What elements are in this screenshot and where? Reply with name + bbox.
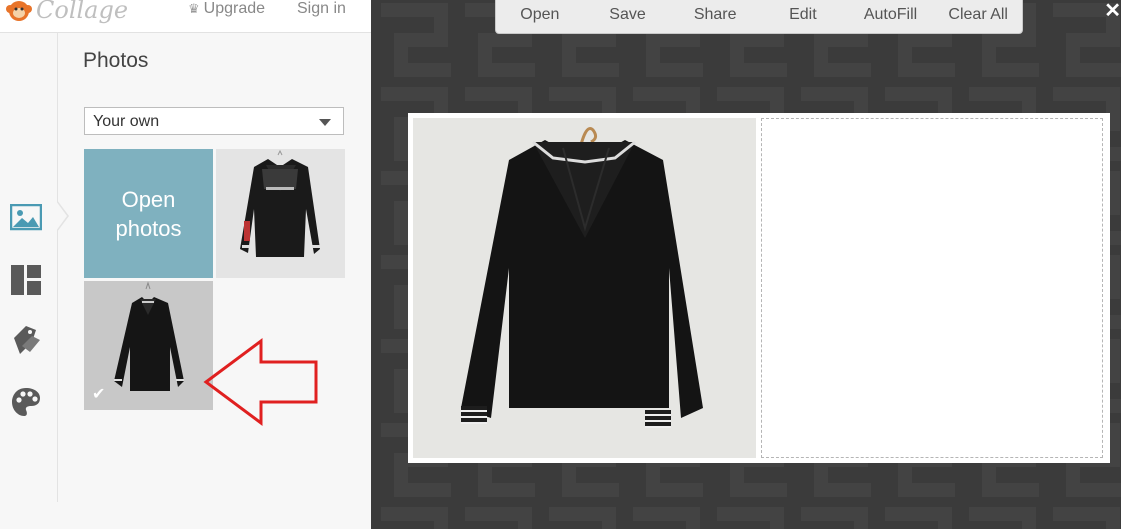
collage-cell-empty[interactable] <box>761 118 1103 458</box>
sign-in-link[interactable]: Sign in <box>297 0 346 18</box>
top-bar: Collage ♛ Upgrade Sign in <box>0 0 371 33</box>
layouts-icon[interactable] <box>10 264 42 296</box>
left-panel: Collage ♛ Upgrade Sign in Photos Your ow… <box>0 0 371 529</box>
clear-all-button[interactable]: Clear All <box>934 0 1022 33</box>
sailor-jacket-image <box>413 118 756 458</box>
collage-cell-filled[interactable] <box>413 118 756 458</box>
sailor-jacket-image <box>216 149 345 278</box>
photos-icon[interactable] <box>9 203 43 236</box>
rail-divider <box>57 32 58 502</box>
upgrade-link[interactable]: ♛ Upgrade <box>188 0 265 18</box>
open-photos-button[interactable]: Open photos <box>84 149 213 278</box>
checkmark-icon: ✔ <box>92 386 106 403</box>
open-button[interactable]: Open <box>496 0 584 33</box>
upgrade-label: Upgrade <box>203 0 266 17</box>
top-toolbar: Open Save Share Edit AutoFill Clear All <box>495 0 1023 34</box>
active-tab-pointer <box>56 200 69 232</box>
save-button[interactable]: Save <box>584 0 672 33</box>
panel-title: Photos <box>83 49 149 72</box>
chevron-down-icon <box>319 119 331 126</box>
palette-icon[interactable] <box>10 386 42 418</box>
share-button[interactable]: Share <box>671 0 759 33</box>
logo[interactable]: Collage <box>6 0 128 26</box>
logo-text: Collage <box>36 0 129 24</box>
monkey-logo-icon <box>6 1 32 21</box>
photo-source-value: Your own <box>93 113 160 130</box>
annotation-arrow-icon <box>203 338 318 426</box>
stickers-icon[interactable] <box>10 324 42 356</box>
close-icon[interactable]: ✕ <box>1104 0 1121 23</box>
autofill-button[interactable]: AutoFill <box>847 0 935 33</box>
photo-source-select[interactable]: Your own <box>84 107 344 135</box>
photo-thumbnail-selected[interactable]: ✔ <box>84 281 213 410</box>
edit-button[interactable]: Edit <box>759 0 847 33</box>
photo-thumbnail[interactable] <box>216 149 345 278</box>
canvas-stage: Open Save Share Edit AutoFill Clear All … <box>371 0 1121 529</box>
collage-canvas <box>408 113 1110 463</box>
crown-icon: ♛ <box>188 1 200 16</box>
open-photos-label: Open photos <box>115 186 182 241</box>
